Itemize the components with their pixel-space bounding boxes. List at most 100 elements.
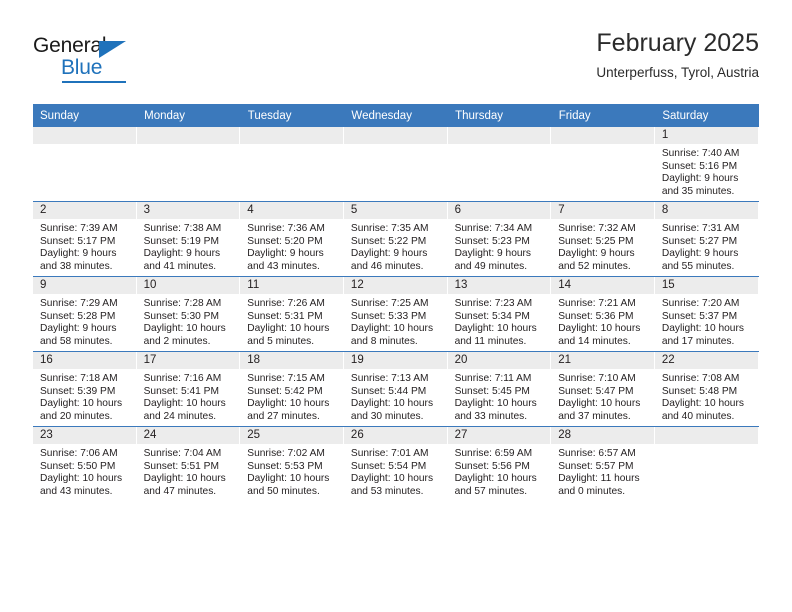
day-number: 18 xyxy=(240,352,344,369)
calendar-day[interactable]: 6 Sunrise: 7:34 AM Sunset: 5:23 PM Daylight… xyxy=(447,202,552,276)
calendar-day[interactable]: 17 Sunrise: 7:16 AM Sunset: 5:41 PM Dayligh… xyxy=(136,352,241,426)
day-number: 6 xyxy=(447,202,552,219)
day-sunrise-line: Sunrise: 7:39 AM xyxy=(40,223,118,234)
calendar-day[interactable]: 20 Sunrise: 7:11 AM Sunset: 5:45 PM Dayligh… xyxy=(447,352,552,426)
day-daylight-line: and 11 minutes. xyxy=(454,335,527,347)
calendar-day[interactable]: 23 Sunrise: 7:06 AM Sunset: 5:50 PM Dayligh… xyxy=(33,427,137,501)
day-sunset-line: Sunset: 5:17 PM xyxy=(40,235,116,247)
calendar-day[interactable]: 7 Sunrise: 7:32 AM Sunset: 5:25 PM Daylight… xyxy=(551,202,655,276)
logo-text-blue: Blue xyxy=(61,56,103,79)
day-number: 28 xyxy=(551,427,655,444)
calendar-day[interactable]: 14 Sunrise: 7:21 AM Sunset: 5:36 PM Dayligh… xyxy=(551,277,655,351)
day-sunset-line: Sunset: 5:53 PM xyxy=(247,460,323,472)
day-sunrise-line: Sunrise: 7:36 AM xyxy=(247,223,325,234)
calendar-cell: 8 Sunrise: 7:31 AM Sunset: 5:27 PM Daylight… xyxy=(654,201,759,277)
day-sunrise-line: Sunrise: 7:21 AM xyxy=(558,298,636,309)
day-sunset-line: Sunset: 5:20 PM xyxy=(247,235,323,247)
day-sunset-line: Sunset: 5:23 PM xyxy=(454,235,530,247)
day-sunset-line: Sunset: 5:39 PM xyxy=(40,385,116,397)
day-daylight-line: Daylight: 11 hours xyxy=(558,473,640,485)
day-sunset-line: Sunset: 5:54 PM xyxy=(350,460,427,472)
day-number: 17 xyxy=(136,352,241,369)
calendar-day-empty xyxy=(447,127,552,201)
day-daylight-line: and 40 minutes. xyxy=(661,410,735,422)
day-number: 27 xyxy=(447,427,552,444)
day-sunrise-line: Sunrise: 7:10 AM xyxy=(558,373,636,384)
day-number: 22 xyxy=(654,352,759,369)
day-sunset-line: Sunset: 5:42 PM xyxy=(247,385,323,397)
calendar-day[interactable]: 21 Sunrise: 7:10 AM Sunset: 5:47 PM Dayligh… xyxy=(551,352,655,426)
day-number: 11 xyxy=(240,277,344,294)
calendar-day[interactable]: 13 Sunrise: 7:23 AM Sunset: 5:34 PM Dayligh… xyxy=(447,277,552,351)
calendar-day[interactable]: 26 Sunrise: 7:01 AM Sunset: 5:54 PM Dayligh… xyxy=(343,427,448,501)
calendar-day[interactable]: 24 Sunrise: 7:04 AM Sunset: 5:51 PM Dayligh… xyxy=(136,427,241,501)
day-number: 2 xyxy=(33,202,137,219)
day-daylight-line: Daylight: 9 hours xyxy=(247,248,324,260)
day-sunrise-line: Sunrise: 7:13 AM xyxy=(350,373,429,384)
calendar-day[interactable]: 12 Sunrise: 7:25 AM Sunset: 5:33 PM Dayligh… xyxy=(343,277,448,351)
day-daylight-line: Daylight: 10 hours xyxy=(247,473,330,485)
day-sunset-line: Sunset: 5:41 PM xyxy=(143,385,219,397)
calendar-day[interactable]: 16 Sunrise: 7:18 AM Sunset: 5:39 PM Dayligh… xyxy=(33,352,137,426)
calendar-cell: 16 Sunrise: 7:18 AM Sunset: 5:39 PM Dayligh… xyxy=(33,351,137,427)
day-sun-info: Sunrise: 7:15 AM Sunset: 5:42 PM Daylight:… xyxy=(240,369,344,423)
day-daylight-line: and 50 minutes. xyxy=(247,485,320,497)
day-daylight-line: and 14 minutes. xyxy=(558,335,631,347)
day-number: 16 xyxy=(33,352,137,369)
calendar-cell: 15 Sunrise: 7:20 AM Sunset: 5:37 PM Dayligh… xyxy=(654,276,759,352)
day-daylight-line: Daylight: 9 hours xyxy=(454,248,532,260)
day-sunset-line: Sunset: 5:16 PM xyxy=(661,160,738,172)
day-sunrise-line: Sunrise: 7:08 AM xyxy=(661,373,740,384)
calendar-day[interactable]: 8 Sunrise: 7:31 AM Sunset: 5:27 PM Daylight… xyxy=(654,202,759,276)
day-sun-info: Sunrise: 7:18 AM Sunset: 5:39 PM Daylight:… xyxy=(33,369,137,423)
day-number xyxy=(343,127,448,144)
logo-underline xyxy=(62,81,126,83)
day-sun-info: Sunrise: 7:06 AM Sunset: 5:50 PM Daylight:… xyxy=(33,444,137,498)
calendar-day[interactable]: 22 Sunrise: 7:08 AM Sunset: 5:48 PM Dayligh… xyxy=(654,352,759,426)
day-daylight-line: Daylight: 10 hours xyxy=(558,398,641,410)
day-number: 19 xyxy=(343,352,448,369)
day-sun-info: Sunrise: 7:01 AM Sunset: 5:54 PM Daylight:… xyxy=(344,444,448,498)
calendar-day[interactable]: 10 Sunrise: 7:28 AM Sunset: 5:30 PM Dayligh… xyxy=(136,277,241,351)
calendar-week-row: 1 Sunrise: 7:40 AM Sunset: 5:16 PM Daylight… xyxy=(33,127,759,202)
calendar-day[interactable]: 3 Sunrise: 7:38 AM Sunset: 5:19 PM Daylight… xyxy=(136,202,241,276)
day-sunrise-line: Sunrise: 7:20 AM xyxy=(661,298,740,309)
calendar-cell: 1 Sunrise: 7:40 AM Sunset: 5:16 PM Daylight… xyxy=(654,127,759,202)
day-sun-info: Sunrise: 7:34 AM Sunset: 5:23 PM Daylight:… xyxy=(448,219,552,273)
day-sun-info: Sunrise: 7:31 AM Sunset: 5:27 PM Daylight:… xyxy=(655,219,759,273)
calendar-day[interactable]: 28 Sunrise: 6:57 AM Sunset: 5:57 PM Dayligh… xyxy=(551,427,655,501)
calendar-day[interactable]: 2 Sunrise: 7:39 AM Sunset: 5:17 PM Daylight… xyxy=(33,202,137,276)
day-daylight-line: Daylight: 10 hours xyxy=(143,323,226,335)
calendar-day[interactable]: 1 Sunrise: 7:40 AM Sunset: 5:16 PM Daylight… xyxy=(654,127,759,201)
calendar-day[interactable]: 5 Sunrise: 7:35 AM Sunset: 5:22 PM Daylight… xyxy=(343,202,448,276)
calendar-day[interactable]: 11 Sunrise: 7:26 AM Sunset: 5:31 PM Dayligh… xyxy=(240,277,344,351)
title-block: February 2025 Unterperfuss, Tyrol, Austr… xyxy=(596,28,759,84)
calendar-day[interactable]: 9 Sunrise: 7:29 AM Sunset: 5:28 PM Daylight… xyxy=(33,277,137,351)
day-sun-info: Sunrise: 7:11 AM Sunset: 5:45 PM Daylight:… xyxy=(448,369,552,423)
calendar-day[interactable]: 25 Sunrise: 7:02 AM Sunset: 5:53 PM Dayligh… xyxy=(240,427,344,501)
day-number xyxy=(654,427,759,444)
day-sunset-line: Sunset: 5:37 PM xyxy=(661,310,738,322)
day-sun-info: Sunrise: 7:26 AM Sunset: 5:31 PM Daylight:… xyxy=(240,294,344,348)
day-sunrise-line: Sunrise: 7:06 AM xyxy=(40,448,118,459)
day-daylight-line: Daylight: 9 hours xyxy=(350,248,428,260)
calendar-day[interactable]: 15 Sunrise: 7:20 AM Sunset: 5:37 PM Dayligh… xyxy=(654,277,759,351)
weekday-header-thursday: Thursday xyxy=(447,104,552,127)
day-sunset-line: Sunset: 5:56 PM xyxy=(454,460,530,472)
day-daylight-line: and 0 minutes. xyxy=(558,485,626,497)
calendar-day[interactable]: 19 Sunrise: 7:13 AM Sunset: 5:44 PM Dayligh… xyxy=(343,352,448,426)
calendar-day-empty xyxy=(136,127,241,201)
calendar-day[interactable]: 27 Sunrise: 6:59 AM Sunset: 5:56 PM Dayligh… xyxy=(447,427,552,501)
generalblue-logo[interactable]: General Blue xyxy=(33,34,253,86)
day-sunset-line: Sunset: 5:25 PM xyxy=(558,235,634,247)
day-sunset-line: Sunset: 5:33 PM xyxy=(350,310,427,322)
day-sunset-line: Sunset: 5:57 PM xyxy=(558,460,634,472)
day-sunrise-line: Sunrise: 7:18 AM xyxy=(40,373,118,384)
calendar-day[interactable]: 18 Sunrise: 7:15 AM Sunset: 5:42 PM Dayligh… xyxy=(240,352,344,426)
day-number: 5 xyxy=(343,202,448,219)
day-daylight-line: and 24 minutes. xyxy=(143,410,217,422)
calendar-day[interactable]: 4 Sunrise: 7:36 AM Sunset: 5:20 PM Daylight… xyxy=(240,202,344,276)
calendar-table: Sunday Monday Tuesday Wednesday Thursday Frid… xyxy=(33,104,759,501)
day-daylight-line: Daylight: 10 hours xyxy=(247,398,330,410)
day-sunrise-line: Sunrise: 7:16 AM xyxy=(143,373,222,384)
